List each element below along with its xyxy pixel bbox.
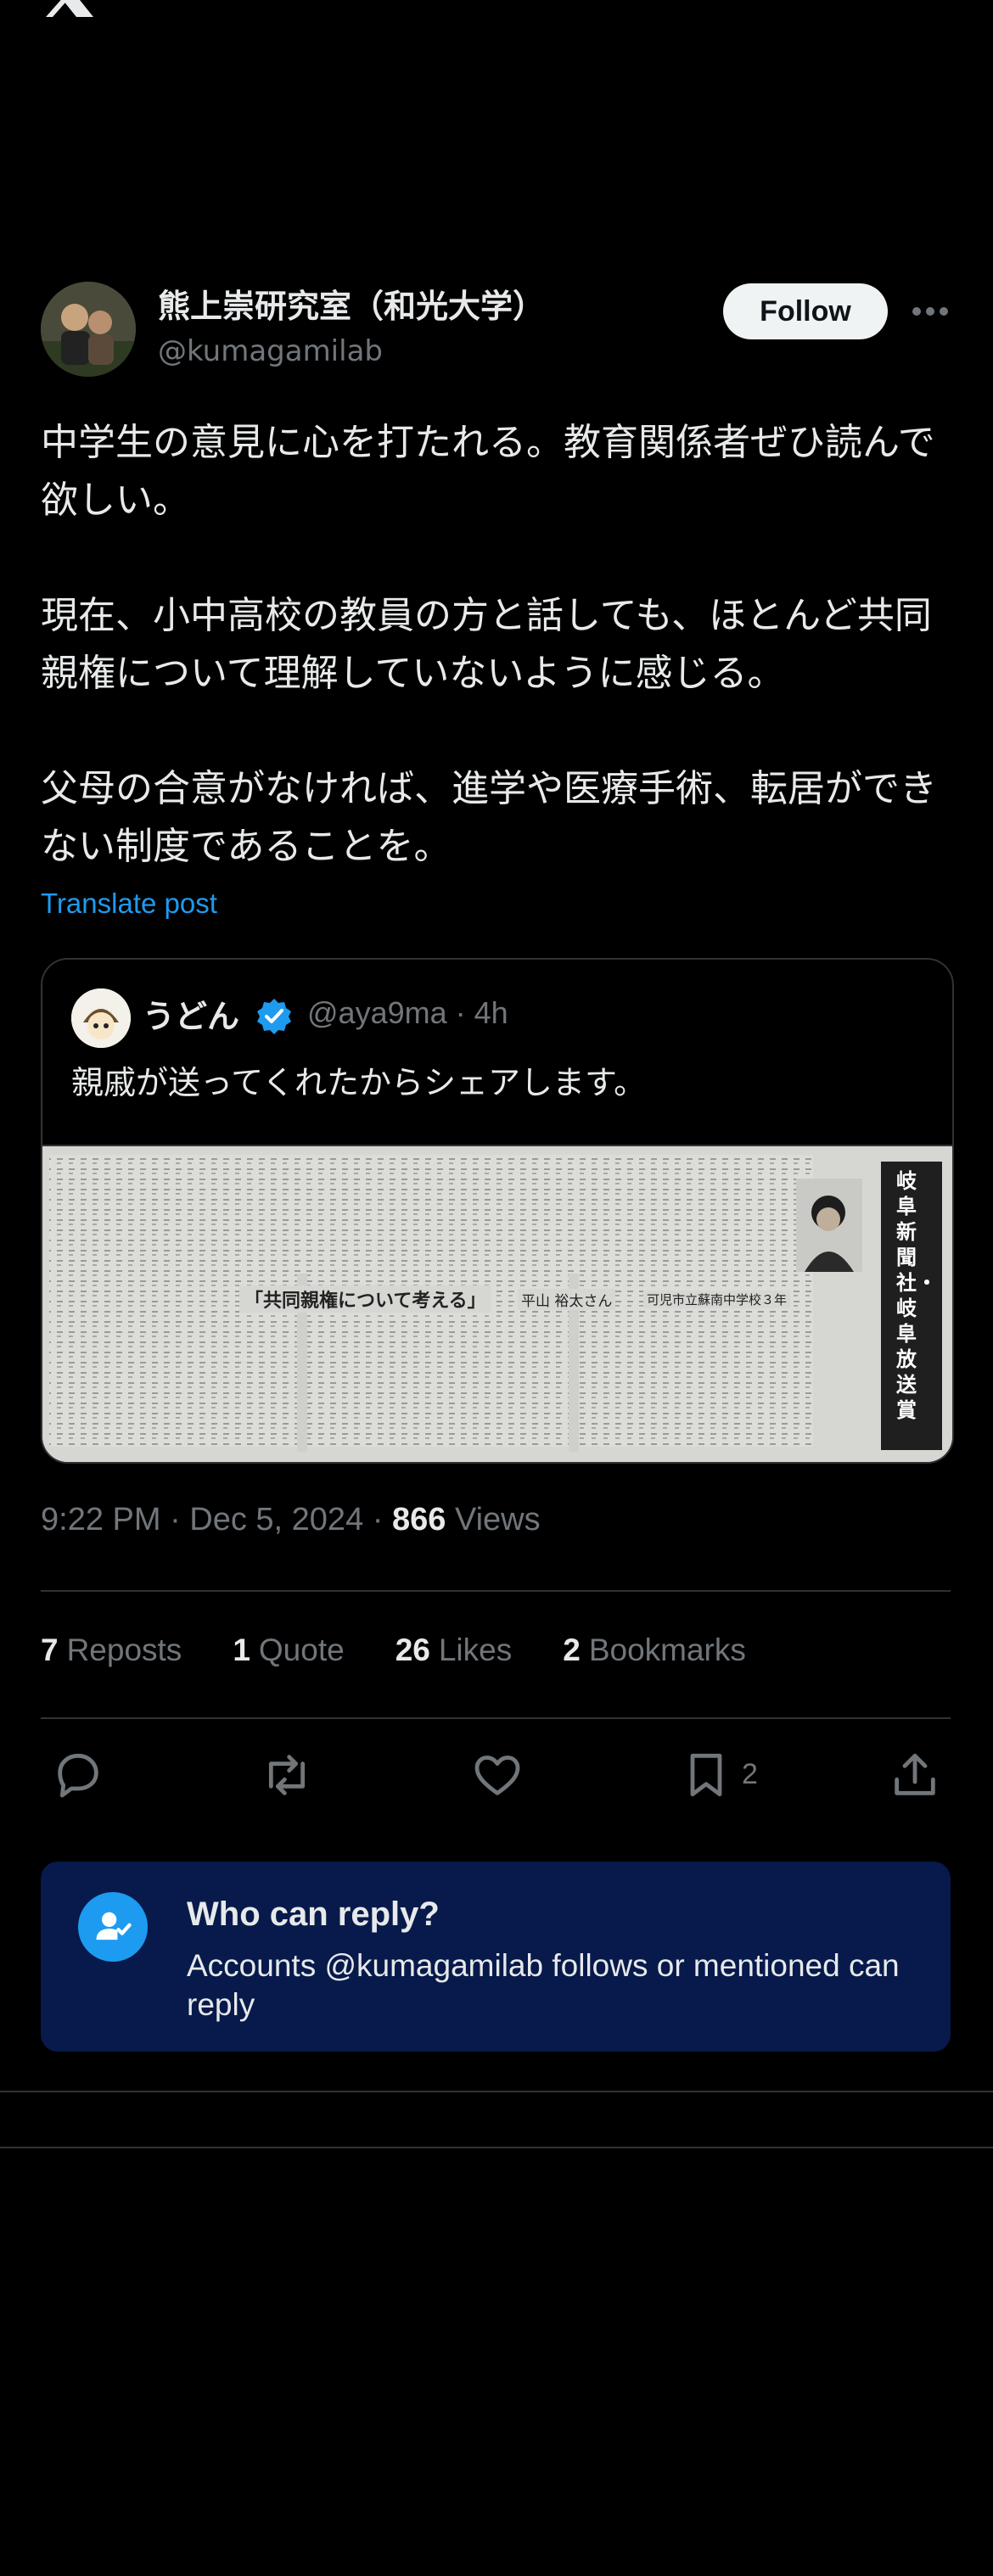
clipping-headline: 「共同親権について考える」	[239, 1285, 491, 1313]
divider	[0, 2091, 993, 2092]
quoted-author-avatar[interactable]	[71, 988, 131, 1048]
post-paragraph: 現在、小中高校の教員の方と話しても、ほとんど共同親権について理解していないように…	[41, 594, 932, 695]
author-handle[interactable]: @kumagamilab	[158, 334, 383, 368]
like-heart-icon[interactable]	[470, 1748, 525, 1802]
follow-button[interactable]: Follow	[723, 283, 888, 339]
views-label: Views	[446, 1502, 541, 1537]
clipping-sidebar: 岐阜新聞社・岐阜放送賞	[896, 1168, 937, 1422]
x-logo-icon[interactable]	[41, 0, 95, 17]
author-avatar[interactable]	[41, 282, 136, 377]
engagement-stats: 7 Reposts 1 Quote 26 Likes 2 Bookmarks	[41, 1632, 746, 1668]
clipping-author: 平山 裕太さん	[518, 1289, 616, 1310]
post-paragraph: 父母の合意がなければ、進学や医療手術、転居ができない制度であることを。	[41, 767, 937, 868]
author-name[interactable]: 熊上崇研究室（和光大学）	[158, 280, 545, 327]
quoted-author-handle-time[interactable]: @aya9ma · 4h	[307, 995, 508, 1031]
action-bar: 2	[41, 1739, 951, 1811]
post-paragraph: 中学生の意見に心を打たれる。教育関係者ぜひ読んで欲しい。	[41, 421, 935, 522]
divider	[41, 1590, 951, 1592]
post-timestamp[interactable]: 9:22 PM · Dec 5, 2024 ·	[41, 1502, 392, 1537]
likes-stat[interactable]: 26 Likes	[396, 1632, 513, 1668]
quotes-stat[interactable]: 1 Quote	[233, 1632, 344, 1668]
who-can-reply-panel: Who can reply? Accounts @kumagamilab fol…	[41, 1862, 951, 2052]
repost-icon[interactable]	[260, 1748, 314, 1802]
more-options-icon[interactable]	[912, 305, 949, 317]
share-icon[interactable]	[888, 1748, 942, 1802]
bookmarks-stat[interactable]: 2 Bookmarks	[563, 1632, 746, 1668]
reply-icon[interactable]	[51, 1748, 105, 1802]
quoted-author-name[interactable]: うどん	[143, 990, 239, 1037]
who-can-reply-description: Accounts @kumagamilab follows or mention…	[187, 1948, 900, 2022]
clipping-school: 可児市立蘇南中学校３年	[643, 1291, 791, 1308]
bookmark-icon[interactable]	[679, 1748, 733, 1802]
post-metadata: 9:22 PM · Dec 5, 2024 · 866 Views	[41, 1502, 541, 1538]
post-text: 中学生の意見に心を打たれる。教育関係者ぜひ読んで欲しい。 現在、小中高校の教員の…	[41, 414, 957, 876]
divider	[0, 2147, 993, 2148]
newspaper-clipping-image[interactable]: 「共同親権について考える」 平山 裕太さん 可児市立蘇南中学校３年 岐阜新聞社・…	[42, 1145, 952, 1462]
views-count: 866	[391, 1502, 446, 1537]
divider	[41, 1717, 951, 1719]
verified-badge-icon	[257, 999, 291, 1034]
translate-post-link[interactable]: Translate post	[41, 888, 217, 920]
quoted-post-text: 親戚が送ってくれたからシェアします。	[71, 1064, 647, 1101]
bookmark-count: 2	[742, 1758, 758, 1790]
quoted-post[interactable]: うどん @aya9ma · 4h 親戚が送ってくれたからシェアします。 「共同親…	[41, 958, 954, 1464]
mention-people-icon	[78, 1892, 148, 1962]
reposts-stat[interactable]: 7 Reposts	[41, 1632, 182, 1668]
who-can-reply-title: Who can reply?	[187, 1896, 440, 1933]
